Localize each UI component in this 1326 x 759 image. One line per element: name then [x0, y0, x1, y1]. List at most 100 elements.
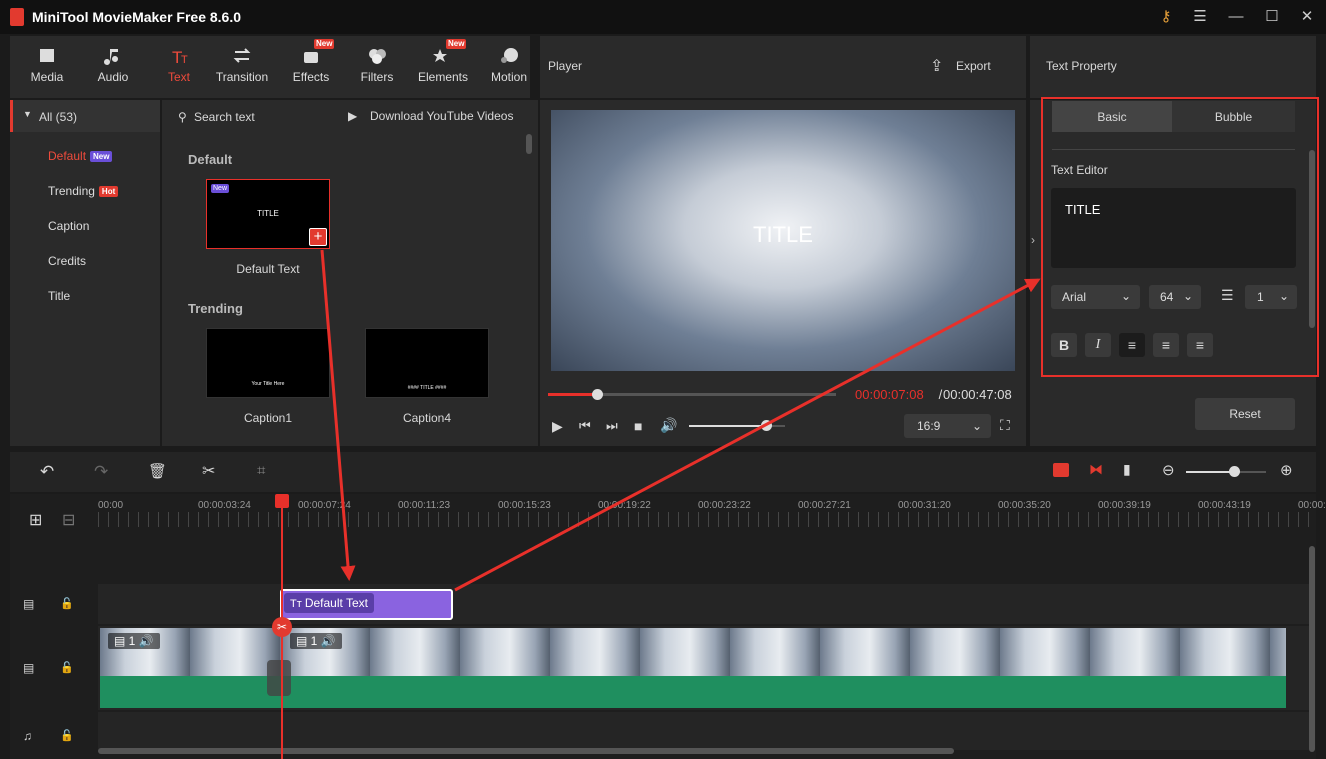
tab-motion[interactable]: Motion — [476, 36, 542, 98]
split-scissors-icon[interactable]: ✂ — [202, 461, 215, 481]
clip-count: 1 — [128, 634, 136, 648]
thumbnail-preview-text: #### TITLE #### — [407, 385, 447, 391]
playhead-handle[interactable] — [275, 494, 289, 508]
category-default[interactable]: Default New — [48, 149, 113, 163]
split-handle[interactable] — [267, 660, 291, 696]
aspect-ratio-select[interactable]: 16:9 ⌄ — [904, 414, 991, 438]
video-track-icon: ▤ — [23, 597, 35, 611]
tab-label: Filters — [360, 70, 394, 84]
tab-effects[interactable]: New Effects — [278, 36, 344, 98]
tab-elements[interactable]: New Elements — [410, 36, 476, 98]
transition-icon — [233, 48, 251, 63]
zoom-in-icon[interactable]: ⊕ — [1280, 461, 1293, 479]
clip-count: 1 — [310, 634, 318, 648]
next-frame-icon[interactable]: ⏭ — [606, 418, 618, 434]
redo-icon[interactable]: ↷ — [94, 462, 108, 482]
thumbnail-label: Default Text — [236, 262, 300, 276]
ruler-label: 00:00:27:21 — [798, 500, 851, 511]
lock-icon[interactable]: 🔓 — [60, 729, 74, 742]
play-icon[interactable]: ▶ — [552, 418, 563, 435]
preview-title-text: TITLE — [753, 222, 813, 247]
tab-text[interactable]: TT Text — [146, 36, 212, 98]
music-track — [98, 712, 1310, 750]
lock-icon[interactable]: 🔓 — [60, 597, 74, 610]
ruler-label: 00:00:31:20 — [898, 500, 951, 511]
undo-icon[interactable]: ↶ — [40, 462, 54, 482]
caption1-thumbnail[interactable]: Your Title Here — [206, 328, 330, 398]
collapse-chevron-icon[interactable]: › — [1031, 233, 1035, 247]
default-text-thumbnail[interactable]: New TITLE + — [206, 179, 330, 249]
category-caption[interactable]: Caption — [48, 219, 89, 233]
add-track-icon[interactable]: ⊞ — [29, 510, 42, 530]
category-all[interactable]: ▼ All (53) — [10, 100, 160, 132]
stop-icon[interactable]: ■ — [634, 418, 642, 434]
download-youtube-link[interactable]: Download YouTube Videos — [370, 109, 513, 123]
chevron-down-icon: ⌄ — [972, 419, 983, 433]
thumbnail-label: Caption1 — [243, 411, 293, 425]
ruler-label: 00:00:11:23 — [398, 500, 451, 511]
horizontal-scrollbar[interactable] — [98, 748, 954, 754]
scrollbar[interactable] — [526, 134, 532, 154]
volume-slider[interactable] — [689, 420, 785, 431]
crop-icon[interactable]: ⌗ — [257, 462, 265, 479]
text-clip-name: Default Text — [304, 596, 368, 610]
highlight-box — [1041, 97, 1319, 377]
tab-label: Elements — [417, 70, 469, 84]
thumbnail-preview-text: TITLE — [257, 209, 279, 218]
ruler-label: 00:00 — [98, 500, 124, 511]
split-marker-icon[interactable]: ⧓ — [1089, 461, 1103, 478]
minimize-icon[interactable]: — — [1227, 8, 1245, 26]
category-label: Caption — [48, 219, 90, 233]
video-preview[interactable]: TITLE — [551, 110, 1015, 371]
reset-button[interactable]: Reset — [1195, 398, 1295, 430]
category-trending[interactable]: Trending Hot — [48, 184, 119, 198]
effects-icon — [304, 52, 318, 63]
progress-handle[interactable] — [591, 389, 603, 400]
fullscreen-icon[interactable]: ⛶ — [1000, 417, 1010, 434]
category-label: Credits — [48, 254, 87, 268]
current-time: 00:00:07:08 — [855, 387, 924, 402]
tab-filters[interactable]: Filters — [344, 36, 410, 98]
delete-icon[interactable]: 🗑 — [148, 462, 167, 480]
previous-frame-icon[interactable]: ⏮ — [579, 418, 591, 434]
tab-transition[interactable]: Transition — [209, 36, 275, 98]
filters-icon — [369, 49, 386, 64]
vertical-scrollbar[interactable] — [1309, 546, 1315, 752]
ruler-label: 00:00:23:22 — [698, 500, 751, 511]
category-title[interactable]: Title — [48, 289, 70, 303]
text-icon: Tт — [290, 598, 305, 610]
close-icon[interactable]: ✕ — [1298, 8, 1316, 26]
caption4-thumbnail[interactable]: #### TITLE #### — [365, 328, 489, 398]
menu-icon[interactable]: ☰ — [1191, 8, 1209, 26]
add-icon[interactable]: + — [309, 228, 327, 246]
app-logo-icon — [10, 8, 24, 26]
music-note-icon — [104, 49, 118, 65]
export-icon: ⇪ — [930, 58, 944, 75]
tab-media[interactable]: Media — [14, 36, 80, 98]
tab-audio[interactable]: Audio — [80, 36, 146, 98]
category-label: Trending — [48, 184, 95, 198]
lock-icon[interactable]: 🔓 — [60, 661, 74, 674]
progress-track[interactable] — [548, 389, 836, 400]
new-badge: New — [314, 39, 335, 49]
audio-track-icon[interactable]: ▮ — [1123, 461, 1131, 478]
volume-handle[interactable] — [760, 420, 772, 431]
key-icon[interactable]: ⚷ — [1157, 8, 1175, 26]
property-title: Text Property — [1046, 59, 1117, 73]
zoom-handle[interactable] — [1229, 466, 1240, 477]
zoom-out-icon[interactable]: ⊖ — [1162, 461, 1175, 479]
category-label: Title — [48, 289, 71, 303]
snap-icon[interactable] — [1053, 463, 1069, 477]
zoom-slider[interactable] — [1186, 466, 1266, 477]
export-button[interactable]: Export — [956, 59, 991, 73]
remove-track-icon[interactable]: ⊟ — [62, 510, 75, 530]
scissors-icon[interactable]: ✂ — [272, 617, 292, 637]
section-title: Trending — [188, 301, 243, 316]
maximize-icon[interactable]: ☐ — [1263, 8, 1281, 26]
search-input[interactable]: Search text — [194, 110, 255, 124]
category-credits[interactable]: Credits — [48, 254, 86, 268]
volume-icon[interactable]: 🔊 — [660, 417, 677, 434]
app-title: MiniTool MovieMaker Free 8.6.0 — [32, 9, 242, 25]
tab-label: Text — [167, 70, 190, 84]
progress-fill — [548, 393, 597, 396]
